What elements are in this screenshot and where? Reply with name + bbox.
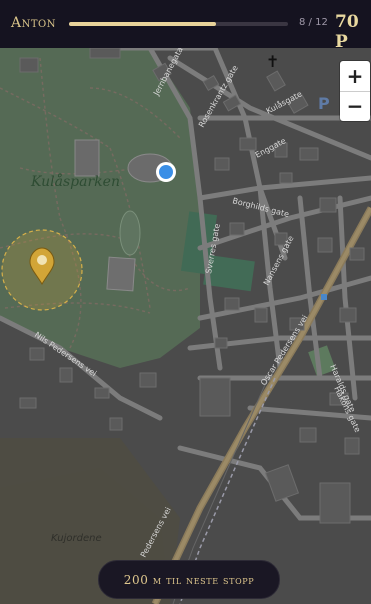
user-location-icon bbox=[156, 162, 176, 182]
next-stop-distance: 200 m til neste stopp bbox=[98, 560, 280, 599]
zoom-control: + − bbox=[340, 61, 370, 121]
map-view[interactable]: P ✝ Kulåsparken Kujordene Jernbanegata R… bbox=[0, 48, 371, 604]
progress-bar-fill bbox=[69, 22, 216, 26]
field-label: Kujordene bbox=[51, 533, 102, 544]
zoom-out-button[interactable]: − bbox=[340, 91, 370, 121]
zoom-in-button[interactable]: + bbox=[340, 61, 370, 92]
park-label: Kulåsparken bbox=[30, 173, 120, 190]
map-canvas[interactable]: P ✝ Kulåsparken Kujordene Jernbanegata R… bbox=[0, 48, 371, 604]
parking-icon: P bbox=[318, 94, 330, 113]
points-total: 70 P bbox=[335, 12, 359, 52]
church-icon: ✝ bbox=[266, 52, 279, 71]
top-bar: Anton 8 / 12 70 P bbox=[0, 0, 371, 52]
player-name: Anton bbox=[11, 15, 56, 31]
bus-stop-icon bbox=[321, 294, 327, 300]
progress-bar bbox=[69, 22, 288, 26]
stop-counter: 8 / 12 bbox=[299, 17, 328, 28]
next-stop-text: 200 m til neste stopp bbox=[123, 572, 255, 587]
